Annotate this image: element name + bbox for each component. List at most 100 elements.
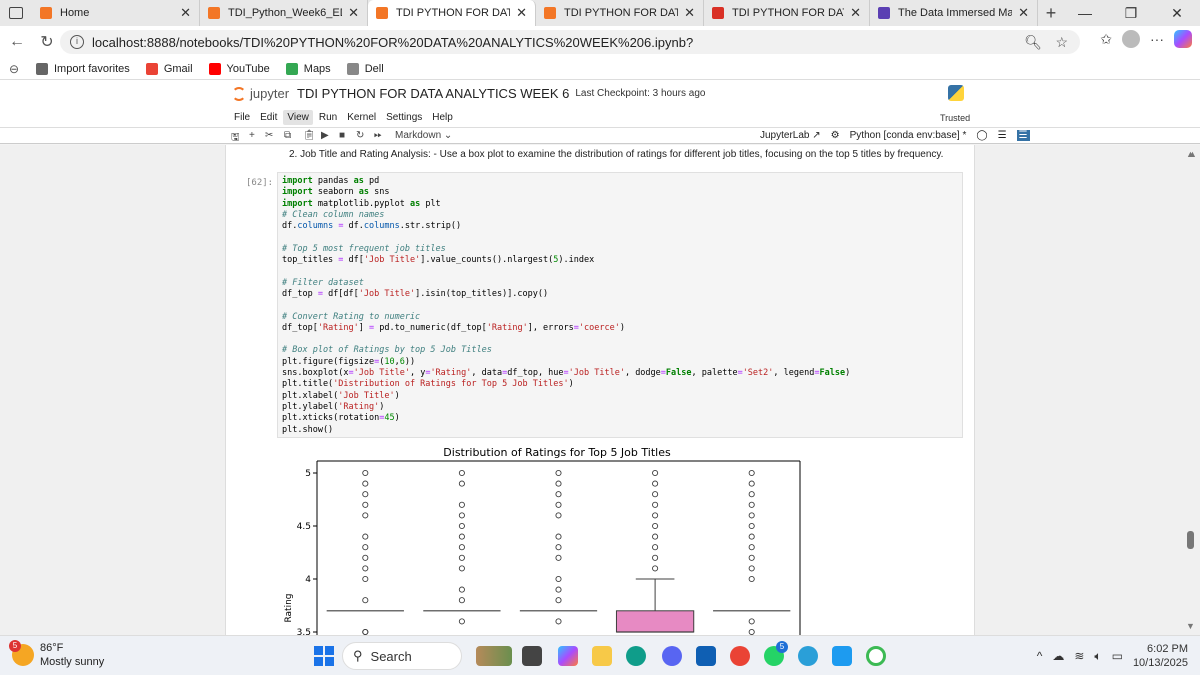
- browser-tab[interactable]: The Data Immersed Main Su ✕: [870, 0, 1038, 26]
- outlier-point: [362, 628, 369, 635]
- url-text[interactable]: localhost:8888/notebooks/TDI%20PYTHON%20…: [92, 35, 693, 50]
- trusted-indicator[interactable]: Trusted: [940, 113, 970, 123]
- jupyterlab-link[interactable]: JupyterLab ↗: [760, 130, 821, 141]
- favorite-label: Dell: [364, 62, 384, 75]
- site-info-icon[interactable]: i: [70, 35, 84, 49]
- gmail-icon: [145, 62, 158, 75]
- copilot-app-icon[interactable]: [558, 646, 578, 666]
- notebook-title[interactable]: TDI PYTHON FOR DATA ANALYTICS WEEK 6: [297, 86, 569, 101]
- menu-item-kernel[interactable]: Kernel: [343, 110, 380, 125]
- kernel-settings-icon[interactable]: ⚙: [831, 130, 840, 141]
- menu-item-file[interactable]: File: [230, 110, 254, 125]
- browser-tab[interactable]: TDI PYTHON FOR DATA ANA ✕: [704, 0, 870, 26]
- jupyter-logo-icon[interactable]: [232, 86, 246, 101]
- close-tab-icon[interactable]: ✕: [180, 5, 191, 21]
- restart-icon[interactable]: ↻: [356, 130, 364, 141]
- close-tab-icon[interactable]: ✕: [1018, 5, 1029, 21]
- zoom-icon[interactable]: 🔍︎: [1024, 34, 1042, 51]
- paste-icon[interactable]: 📋︎: [303, 130, 316, 141]
- loading-app-icon[interactable]: [866, 646, 886, 666]
- whatsapp-icon[interactable]: 5: [764, 641, 788, 666]
- menu-item-run[interactable]: Run: [315, 110, 341, 125]
- profile-avatar[interactable]: [1122, 30, 1140, 48]
- tab-label: TDI_Python_Week6_EDA (1): [228, 7, 343, 19]
- copilot-icon[interactable]: [1174, 30, 1192, 48]
- task-view-icon[interactable]: [522, 646, 542, 666]
- tab-label: TDI PYTHON FOR DATA ANA: [396, 7, 511, 19]
- favorite-link[interactable]: Maps: [285, 62, 331, 75]
- code-cell[interactable]: import pandas as pd import seaborn as sn…: [277, 172, 963, 438]
- browser-tab[interactable]: TDI PYTHON FOR DATA ANA ✕: [536, 0, 704, 26]
- hamburger-icon[interactable]: ☰: [998, 130, 1007, 141]
- copy-icon[interactable]: ⧉: [284, 130, 291, 141]
- run-icon[interactable]: ▶: [321, 130, 329, 141]
- new-tab-button[interactable]: +: [1038, 3, 1064, 24]
- browser-tab[interactable]: TDI_Python_Week6_EDA (1) ✕: [200, 0, 368, 26]
- menu-item-settings[interactable]: Settings: [382, 110, 426, 125]
- close-tab-icon[interactable]: ✕: [850, 5, 861, 21]
- browser-tab[interactable]: Home ✕: [32, 0, 200, 26]
- file-explorer-icon[interactable]: [592, 646, 612, 666]
- discord-icon[interactable]: [662, 646, 682, 666]
- window-menu-icon[interactable]: [0, 0, 32, 26]
- favorite-link[interactable]: YouTube: [208, 62, 270, 75]
- code-content[interactable]: import pandas as pd import seaborn as sn…: [282, 176, 850, 436]
- favorite-link[interactable]: Import favorites: [36, 62, 130, 75]
- close-tab-icon[interactable]: ✕: [348, 5, 359, 21]
- favorite-star-icon[interactable]: ☆: [1055, 34, 1068, 51]
- start-icon[interactable]: [314, 646, 334, 666]
- taskbar-search[interactable]: ⚲ Search: [342, 642, 462, 670]
- outlier-point: [748, 469, 755, 477]
- menu-item-edit[interactable]: Edit: [256, 110, 281, 125]
- volume-icon[interactable]: 🔈︎: [1094, 649, 1101, 664]
- close-tab-icon[interactable]: ✕: [516, 5, 527, 21]
- twitter-icon[interactable]: [832, 646, 852, 666]
- jupyter-brand[interactable]: jupyter: [250, 86, 289, 101]
- menu-bar: File Edit View Run Kernel Settings Help: [230, 110, 457, 125]
- restart-run-all-icon[interactable]: ⏩︎: [374, 130, 382, 141]
- back-icon[interactable]: ←: [4, 33, 30, 51]
- scrollbar-thumb[interactable]: [1187, 531, 1194, 549]
- stop-icon[interactable]: ■: [339, 130, 345, 141]
- chrome-icon[interactable]: [730, 646, 750, 666]
- insert-cell-icon[interactable]: +: [249, 130, 255, 141]
- favorites-icon[interactable]: ✩: [1100, 31, 1112, 48]
- browser-tab[interactable]: TDI PYTHON FOR DATA ANA ✕: [368, 0, 536, 26]
- cell-type-select[interactable]: Markdown ⌄: [395, 130, 452, 141]
- cloud-icon[interactable]: ☁: [1052, 649, 1064, 663]
- outlier-point: [362, 480, 369, 487]
- scroll-up-arrow[interactable]: ▲: [1186, 149, 1195, 159]
- restore-icon[interactable]: ❐: [1108, 0, 1154, 26]
- boxplot-chart: Distribution of Ratings for Top 5 Job Ti…: [284, 446, 801, 635]
- clock[interactable]: 6:02 PM 10/13/2025: [1133, 642, 1188, 670]
- weather-widget[interactable]: 5 86°F Mostly sunny: [9, 640, 104, 669]
- outlier-point: [555, 491, 562, 498]
- collections-icon[interactable]: ⊖: [0, 62, 28, 76]
- refresh-icon[interactable]: ↻: [34, 32, 60, 52]
- tray-overflow-icon[interactable]: ^: [1037, 649, 1043, 663]
- address-bar[interactable]: i localhost:8888/notebooks/TDI%20PYTHON%…: [60, 30, 1080, 54]
- markdown-cell[interactable]: 2. Job Title and Rating Analysis: - Use …: [289, 149, 943, 160]
- more-menu-icon[interactable]: ···: [1150, 31, 1164, 47]
- scroll-down-arrow[interactable]: ▼: [1186, 621, 1195, 631]
- edge-icon[interactable]: [626, 646, 646, 666]
- favorite-link[interactable]: Dell: [346, 62, 384, 75]
- menu-item-help[interactable]: Help: [428, 110, 457, 125]
- close-tab-icon[interactable]: ✕: [684, 5, 695, 21]
- minimize-icon[interactable]: —: [1062, 0, 1108, 26]
- battery-icon[interactable]: ▭: [1112, 649, 1123, 663]
- wifi-icon[interactable]: ≋: [1074, 649, 1084, 663]
- favorite-label: Import favorites: [54, 62, 130, 75]
- cut-icon[interactable]: ✂: [265, 130, 273, 141]
- close-window-icon[interactable]: ✕: [1154, 0, 1200, 26]
- outlier-point: [362, 575, 369, 583]
- debugger-icon[interactable]: ☰: [1016, 130, 1030, 141]
- widget-thumbnail-icon[interactable]: [476, 646, 512, 666]
- telegram-icon[interactable]: [798, 646, 818, 666]
- store-icon[interactable]: [696, 646, 716, 666]
- kernel-name[interactable]: Python [conda env:base] *: [850, 130, 967, 141]
- menu-item-view[interactable]: View: [283, 110, 313, 125]
- favorite-link[interactable]: Gmail: [145, 62, 193, 75]
- scrollbar[interactable]: [1185, 145, 1197, 635]
- outlier-point: [748, 533, 755, 540]
